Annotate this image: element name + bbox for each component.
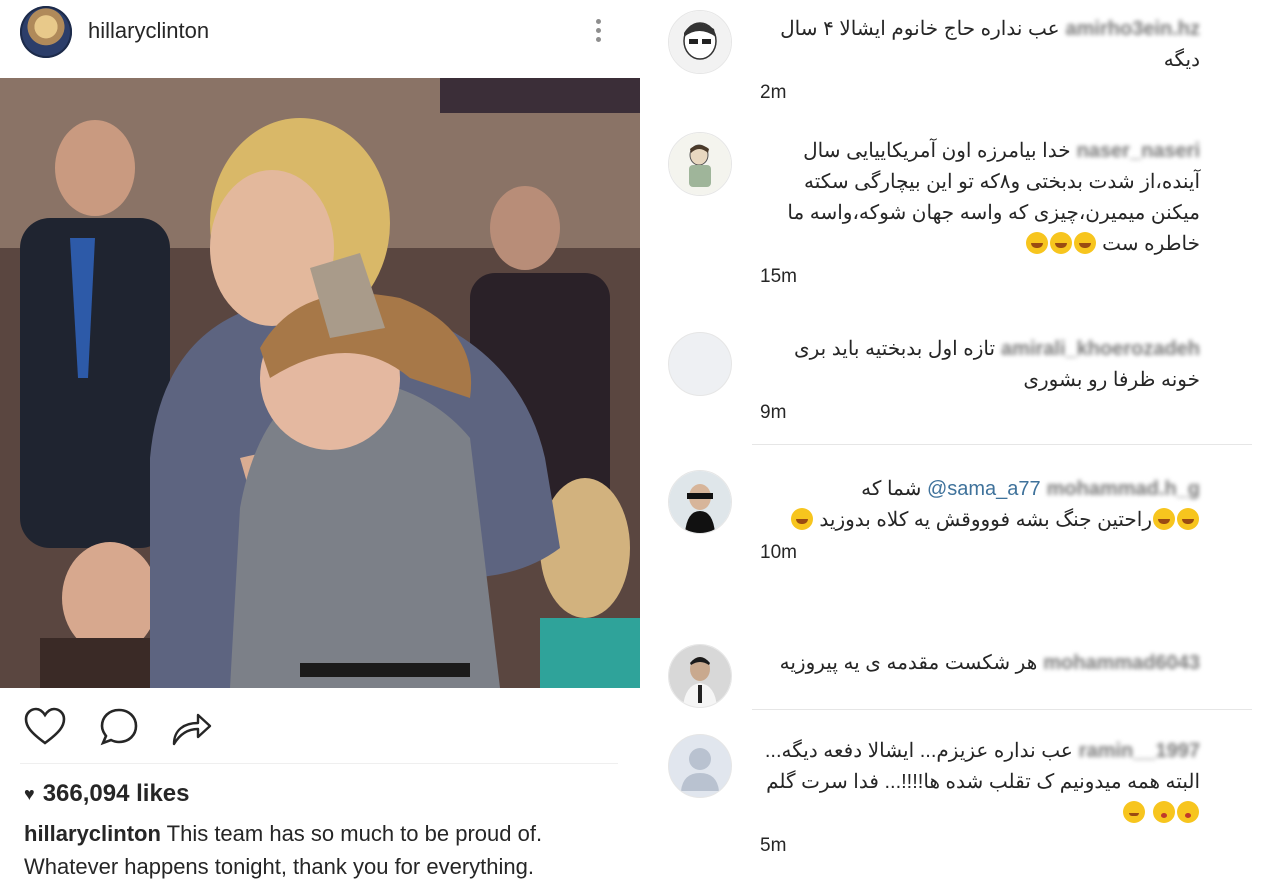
- comment-time: 10m: [760, 542, 797, 563]
- comment-body: naser_naseriخدا بیامرزه اون آمریکاییایی …: [760, 136, 1200, 288]
- avatar[interactable]: [668, 10, 732, 74]
- laughing-emoji-icon: [1073, 232, 1096, 254]
- comment-icon[interactable]: [96, 704, 142, 750]
- likes-text: 366,094 likes: [42, 780, 190, 807]
- laughing-emoji-icon: [790, 508, 813, 530]
- laughing-emoji-icon: [1049, 232, 1072, 254]
- heart-filled-icon: ♥: [24, 783, 35, 804]
- comment-text: amirho3ein.hzعب نداره حاج خانوم ایشالا ۴…: [760, 14, 1200, 76]
- comment-message-cont: راحتین جنگ بشه فوووقش یه کلاه بدوزید: [819, 509, 1152, 531]
- comment-username[interactable]: mohammad.h_g: [1047, 474, 1200, 505]
- comment-body: mohammad.h_g @sama_a77 شما که راحتین جنگ ب…: [760, 474, 1200, 564]
- divider: [752, 709, 1252, 710]
- avatar[interactable]: [668, 470, 732, 534]
- laughing-emoji-icon: [1025, 232, 1048, 254]
- more-options-icon[interactable]: [592, 16, 604, 48]
- comment-body: mohammad6043هر شکست مقدمه ی یه پیروزیه: [760, 648, 1200, 679]
- likes-count[interactable]: ♥ 366,094 likes: [24, 780, 190, 808]
- avatar[interactable]: [668, 132, 732, 196]
- comment-body: ramin__1997عب نداره عزیزم... ایشالا دفعه…: [760, 736, 1200, 857]
- comment-username[interactable]: ramin__1997: [1079, 736, 1200, 767]
- comments-list: amirho3ein.hzعب نداره حاج خانوم ایشالا ۴…: [640, 0, 1280, 880]
- post-header: hillaryclinton: [0, 0, 640, 64]
- comment-text: amirali_khoerozadehتازه اول بدبختیه باید…: [760, 334, 1200, 396]
- laughing-emoji-icon: [1177, 508, 1199, 530]
- caption-username[interactable]: hillaryclinton: [24, 821, 161, 846]
- comment-text: naser_naseriخدا بیامرزه اون آمریکاییایی …: [760, 136, 1200, 260]
- share-icon[interactable]: [168, 704, 214, 750]
- comment-mention-link[interactable]: @sama_a77: [927, 478, 1041, 500]
- divider: [20, 763, 618, 764]
- comment-message: شما که: [861, 478, 922, 500]
- comment-text: mohammad.h_g @sama_a77 شما که راحتین جنگ ب…: [760, 474, 1200, 536]
- comment-text: mohammad6043هر شکست مقدمه ی یه پیروزیه: [760, 648, 1200, 679]
- comment-time: 15m: [760, 266, 797, 287]
- avatar[interactable]: [20, 6, 72, 58]
- comment-time: 5m: [760, 835, 787, 856]
- post-caption: hillaryclinton This team has so much to …: [24, 817, 624, 883]
- smiling-emoji-icon: [1123, 801, 1146, 823]
- avatar[interactable]: [668, 734, 732, 798]
- avatar[interactable]: [668, 332, 732, 396]
- instagram-post: hillaryclinton ♥ 366,094 likes hillarycl…: [0, 0, 640, 880]
- divider: [752, 444, 1252, 445]
- comment-username[interactable]: amirho3ein.hz: [1066, 14, 1200, 45]
- comment-time: 9m: [760, 402, 787, 423]
- heart-icon[interactable]: [22, 704, 68, 750]
- laughing-emoji-icon: [1153, 508, 1175, 530]
- kissing-emoji-icon: [1153, 801, 1175, 823]
- comment-message: هر شکست مقدمه ی یه پیروزیه: [779, 652, 1038, 674]
- comment-time: 2m: [760, 82, 787, 103]
- post-photo[interactable]: [0, 78, 640, 688]
- comment-username[interactable]: amirali_khoerozadeh: [1001, 334, 1200, 365]
- comment-body: amirali_khoerozadehتازه اول بدبختیه باید…: [760, 334, 1200, 424]
- comment-username[interactable]: mohammad6043: [1043, 648, 1200, 679]
- comment-username[interactable]: naser_naseri: [1077, 136, 1200, 167]
- comment-text: ramin__1997عب نداره عزیزم... ایشالا دفعه…: [760, 736, 1200, 829]
- post-username[interactable]: hillaryclinton: [88, 18, 209, 44]
- post-actions: [22, 704, 242, 752]
- avatar[interactable]: [668, 644, 732, 708]
- comment-body: amirho3ein.hzعب نداره حاج خانوم ایشالا ۴…: [760, 14, 1200, 104]
- kissing-emoji-icon: [1177, 801, 1199, 823]
